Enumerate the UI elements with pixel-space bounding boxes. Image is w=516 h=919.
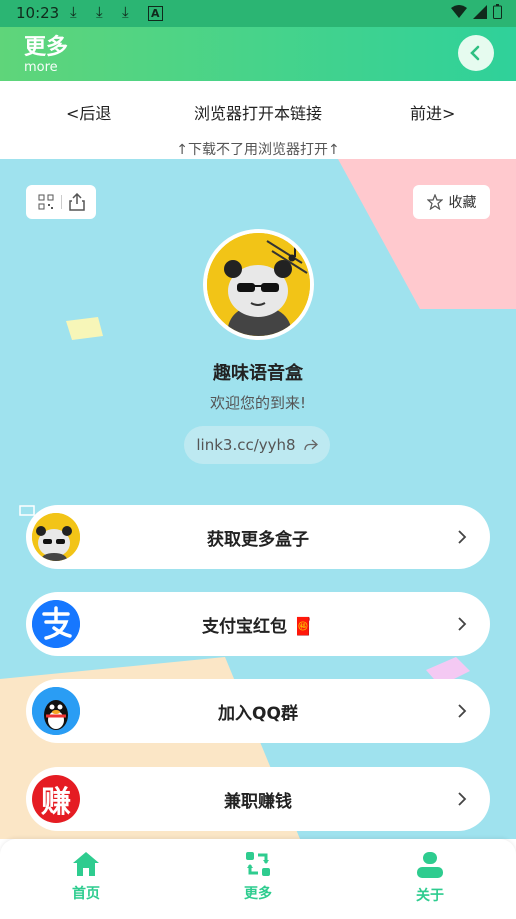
chevron-right-icon xyxy=(458,792,467,806)
alipay-redpacket-button[interactable]: 支付宝红包 🧧 xyxy=(26,592,490,656)
battery-icon xyxy=(493,4,502,19)
profile-link-text: link3.cc/yyh8 xyxy=(196,436,296,454)
user-icon xyxy=(417,852,443,878)
qr-code-icon[interactable] xyxy=(38,194,54,210)
wifi-icon xyxy=(451,4,467,18)
browser-nav-bar: <后退 浏览器打开本链接 前进> xyxy=(0,81,516,139)
download-icon: ⤓ xyxy=(122,3,129,21)
tab-label: 更多 xyxy=(244,886,272,902)
browser-hint: ↑下载不了用浏览器打开↑ xyxy=(0,139,516,159)
join-qq-group-button[interactable]: 加入QQ群 xyxy=(26,679,490,743)
status-time: 10:23 xyxy=(16,4,60,22)
alipay-icon xyxy=(32,600,80,648)
a-icon: A xyxy=(148,6,163,21)
status-bar: 10:23 ⤓ ⤓ ⤓ A xyxy=(0,0,516,27)
part-time-earn-button[interactable]: 赚 兼职赚钱 xyxy=(26,767,490,831)
profile-link[interactable]: link3.cc/yyh8 xyxy=(184,426,330,464)
star-icon xyxy=(426,194,443,210)
nav-back-link[interactable]: <后退 xyxy=(66,100,111,124)
panda-avatar-icon xyxy=(32,513,80,561)
get-more-boxes-button[interactable]: 获取更多盒子 xyxy=(26,505,490,569)
qq-penguin-icon xyxy=(32,687,80,735)
tab-about[interactable]: 关于 xyxy=(380,851,480,905)
refresh-icon xyxy=(246,852,270,876)
chevron-right-icon xyxy=(458,704,467,718)
tab-label: 关于 xyxy=(416,888,444,904)
chevron-left-icon xyxy=(470,45,480,61)
bottom-tab-bar: 首页 更多 关于 xyxy=(0,839,516,919)
nav-forward-link[interactable]: 前进> xyxy=(410,100,455,124)
favorite-label: 收藏 xyxy=(448,195,477,211)
share-icon[interactable] xyxy=(68,193,85,211)
button-label: 兼职赚钱 xyxy=(224,791,292,812)
app-header: 更多 more xyxy=(0,27,516,81)
back-button[interactable] xyxy=(458,35,494,71)
earn-icon: 赚 xyxy=(32,775,80,823)
panda-avatar-icon xyxy=(207,233,310,336)
share-arrow-icon xyxy=(303,439,318,451)
chevron-right-icon xyxy=(458,530,467,544)
page-title: 更多 xyxy=(24,35,69,60)
profile-welcome: 欢迎您的到来! xyxy=(209,394,306,412)
button-label: 支付宝红包 🧧 xyxy=(201,616,315,637)
signal-icon xyxy=(473,4,487,19)
profile-avatar xyxy=(203,229,314,340)
main-content: 收藏 趣味语音盒 欢迎您的到来! link3.cc/yyh8 获取更多盒子 支付… xyxy=(0,159,516,839)
favorite-button[interactable]: 收藏 xyxy=(413,185,490,219)
home-icon xyxy=(73,852,99,876)
share-toolbox xyxy=(26,185,96,219)
chevron-right-icon xyxy=(458,617,467,631)
button-label: 获取更多盒子 xyxy=(207,529,309,550)
tab-more[interactable]: 更多 xyxy=(208,851,308,903)
page-subtitle: more xyxy=(24,60,58,75)
button-label: 加入QQ群 xyxy=(218,703,298,724)
open-in-browser-link[interactable]: 浏览器打开本链接 xyxy=(194,100,322,124)
tab-home[interactable]: 首页 xyxy=(36,851,136,903)
tab-label: 首页 xyxy=(72,886,100,902)
download-icon: ⤓ xyxy=(96,3,103,21)
profile-name: 趣味语音盒 xyxy=(213,363,303,384)
download-icon: ⤓ xyxy=(70,3,77,21)
